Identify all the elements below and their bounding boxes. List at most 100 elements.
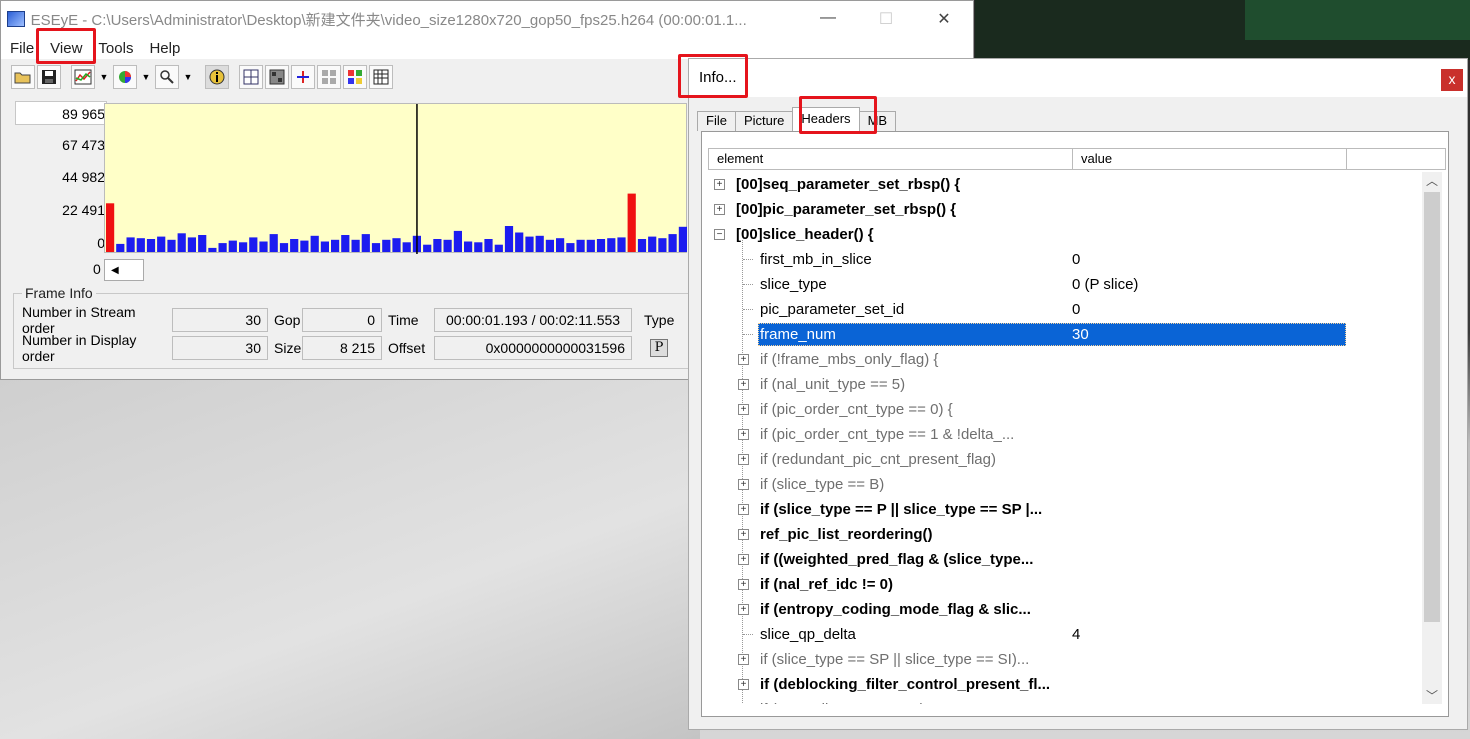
blocks-icon[interactable] bbox=[265, 65, 289, 89]
frame-bar[interactable] bbox=[177, 233, 186, 252]
info-icon[interactable] bbox=[205, 65, 229, 89]
frame-bar[interactable] bbox=[382, 239, 391, 252]
tree-row[interactable]: + if (nal_ref_idc != 0) bbox=[708, 572, 1424, 597]
frame-bar[interactable] bbox=[208, 247, 217, 252]
frame-bar[interactable] bbox=[586, 239, 595, 252]
zoom-icon[interactable] bbox=[155, 65, 179, 89]
scroll-down-icon[interactable]: ﹀ bbox=[1422, 687, 1442, 704]
frame-bar[interactable] bbox=[320, 241, 329, 253]
tree-row[interactable]: + if (nal_unit_type == 5) bbox=[708, 372, 1424, 397]
frame-bar[interactable] bbox=[648, 236, 657, 252]
expand-icon[interactable]: + bbox=[738, 579, 749, 590]
frame-bar[interactable] bbox=[658, 238, 667, 252]
gray-grid-icon[interactable] bbox=[317, 65, 341, 89]
color-wheel-icon[interactable] bbox=[113, 65, 137, 89]
frame-bar[interactable] bbox=[607, 238, 616, 252]
tree-row[interactable]: + if (pic_order_cnt_type == 0) { bbox=[708, 397, 1424, 422]
frame-bar[interactable] bbox=[443, 239, 452, 252]
frame-bar[interactable] bbox=[668, 234, 677, 252]
frame-bar[interactable] bbox=[279, 243, 289, 252]
frame-bar[interactable] bbox=[310, 235, 319, 252]
expand-icon[interactable]: + bbox=[714, 179, 725, 190]
save-icon[interactable] bbox=[37, 65, 61, 89]
frame-bar[interactable] bbox=[525, 236, 534, 252]
frame-bar[interactable] bbox=[423, 244, 432, 252]
menu-tools[interactable]: Tools bbox=[90, 40, 141, 57]
tree-row[interactable]: + if (entropy_coding_mode_flag & slic... bbox=[708, 597, 1424, 622]
frame-bar[interactable] bbox=[136, 238, 145, 252]
color-blocks-icon[interactable] bbox=[343, 65, 367, 89]
tab-mb[interactable]: MB bbox=[858, 111, 897, 131]
frame-bar[interactable] bbox=[392, 238, 401, 252]
tab-picture[interactable]: Picture bbox=[734, 111, 794, 131]
menu-view[interactable]: View bbox=[42, 40, 90, 57]
scroll-left-icon[interactable]: ◀ bbox=[111, 265, 119, 276]
frame-bar[interactable] bbox=[678, 226, 687, 252]
frame-bar[interactable] bbox=[126, 237, 135, 252]
expand-icon[interactable]: + bbox=[714, 204, 725, 215]
info-close-button[interactable]: x bbox=[1441, 69, 1463, 91]
frame-bar[interactable] bbox=[361, 234, 370, 252]
tab-file[interactable]: File bbox=[697, 111, 736, 131]
frame-bar-highlighted[interactable] bbox=[106, 203, 115, 252]
close-button[interactable]: ✕ bbox=[915, 9, 973, 29]
vertical-scrollbar[interactable]: ︿ ﹀ bbox=[1422, 172, 1442, 704]
tree-row[interactable]: slice_qp_delta 4 bbox=[708, 622, 1424, 647]
expand-icon[interactable]: + bbox=[738, 379, 749, 390]
expand-icon[interactable]: + bbox=[738, 529, 749, 540]
tree-row[interactable]: +if (num_slice_groups_minus1 > 0 & ... bbox=[708, 697, 1424, 704]
frame-bar[interactable] bbox=[433, 239, 442, 252]
scroll-up-icon[interactable]: ︿ bbox=[1422, 172, 1442, 189]
frame-bar[interactable] bbox=[617, 237, 626, 252]
column-element[interactable]: element bbox=[709, 149, 1073, 169]
frame-bar[interactable] bbox=[259, 241, 268, 253]
maximize-button[interactable]: ☐ bbox=[857, 9, 915, 29]
frame-bar[interactable] bbox=[576, 239, 585, 252]
tree-row[interactable]: + if (slice_type == SP || slice_type == S… bbox=[708, 647, 1424, 672]
menu-help[interactable]: Help bbox=[141, 40, 188, 57]
frame-bar[interactable] bbox=[269, 234, 278, 252]
frame-bar[interactable] bbox=[351, 239, 360, 252]
frame-bar[interactable] bbox=[290, 239, 299, 252]
frame-bar[interactable] bbox=[535, 235, 544, 252]
tree-row[interactable]: + if (deblocking_filter_control_present_f… bbox=[708, 672, 1424, 697]
tree-row[interactable]: + if (redundant_pic_cnt_present_flag) bbox=[708, 447, 1424, 472]
tree-row[interactable]: + if ((weighted_pred_flag & (slice_type..… bbox=[708, 547, 1424, 572]
mesh-icon[interactable] bbox=[369, 65, 393, 89]
expand-icon[interactable]: + bbox=[738, 654, 749, 665]
zoom-dropdown-icon[interactable]: ▼ bbox=[181, 72, 195, 82]
expand-icon[interactable]: + bbox=[738, 404, 749, 415]
frame-bar[interactable] bbox=[167, 239, 176, 252]
frame-bar[interactable] bbox=[484, 239, 493, 252]
frame-bar[interactable] bbox=[464, 241, 473, 253]
tree-row[interactable]: + [00]pic_parameter_set_rbsp() { bbox=[708, 197, 1424, 222]
frame-bar[interactable] bbox=[402, 242, 411, 252]
tree-row[interactable]: slice_type 0 (P slice) bbox=[708, 272, 1424, 297]
frame-bar[interactable] bbox=[228, 240, 237, 252]
frame-bar[interactable] bbox=[239, 242, 248, 252]
frame-bar[interactable] bbox=[566, 243, 575, 252]
open-folder-icon[interactable] bbox=[11, 65, 35, 89]
expand-icon[interactable]: + bbox=[738, 554, 749, 565]
scroll-thumb[interactable] bbox=[1424, 192, 1440, 622]
frame-bar[interactable] bbox=[504, 226, 514, 252]
frame-bar[interactable] bbox=[198, 235, 207, 252]
tree-row[interactable]: + if (pic_order_cnt_type == 1 & !delta_..… bbox=[708, 422, 1424, 447]
frame-size-plot[interactable] bbox=[104, 103, 687, 254]
graph-dropdown-icon[interactable]: ▼ bbox=[97, 72, 111, 82]
frame-bar[interactable] bbox=[249, 237, 258, 252]
graph-icon[interactable] bbox=[71, 65, 95, 89]
frame-bar[interactable] bbox=[116, 243, 125, 252]
tree-row[interactable]: + [00]seq_parameter_set_rbsp() { bbox=[708, 172, 1424, 197]
tree-row[interactable]: − [00]slice_header() { bbox=[708, 222, 1424, 247]
frame-bar[interactable] bbox=[371, 243, 381, 252]
horizontal-scrollbar[interactable]: ◀ bbox=[104, 259, 144, 281]
frame-bar[interactable] bbox=[300, 240, 309, 252]
frame-bar-highlighted[interactable] bbox=[627, 193, 636, 252]
tree-row[interactable]: pic_parameter_set_id 0 bbox=[708, 297, 1424, 322]
expand-icon[interactable]: + bbox=[738, 504, 749, 515]
frame-bar[interactable] bbox=[515, 232, 524, 253]
frame-bar[interactable] bbox=[341, 235, 350, 252]
tree-row[interactable]: frame_num 30 bbox=[708, 322, 1424, 347]
frame-bar[interactable] bbox=[474, 242, 483, 252]
